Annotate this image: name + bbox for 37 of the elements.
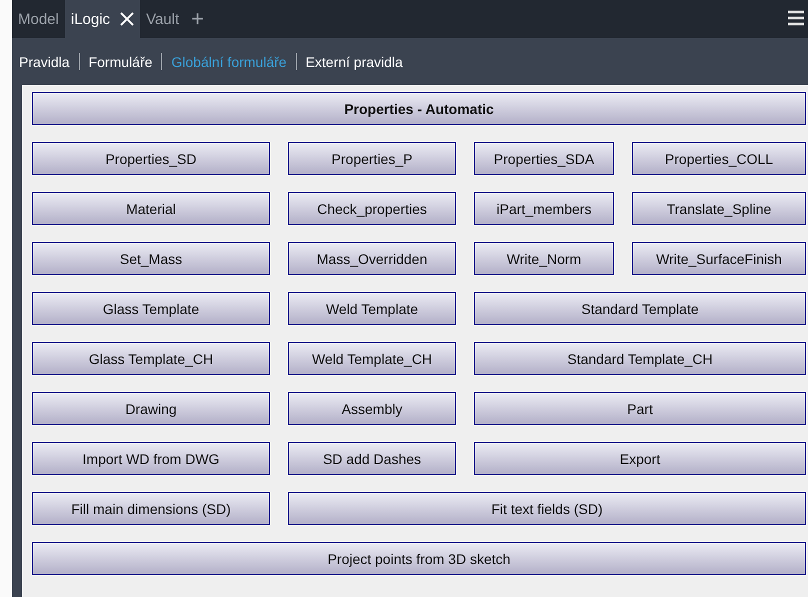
rule-button[interactable]: Standard Template_CH (474, 342, 806, 375)
nav-link[interactable]: Externí pravidla (306, 54, 403, 70)
rule-button[interactable]: Properties_SDA (474, 142, 614, 175)
rule-button[interactable]: Weld Template (288, 292, 456, 325)
rule-button[interactable]: Properties_COLL (632, 142, 806, 175)
rule-button[interactable]: Translate_Spline (632, 192, 806, 225)
rule-button[interactable]: Glass Template (32, 292, 270, 325)
rule-button[interactable]: Drawing (32, 392, 270, 425)
rule-button[interactable]: Set_Mass (32, 242, 270, 275)
rule-button[interactable]: SD add Dashes (288, 442, 456, 475)
rule-button[interactable]: Write_SurfaceFinish (632, 242, 806, 275)
rule-button[interactable]: Material (32, 192, 270, 225)
rule-button[interactable]: Export (474, 442, 806, 475)
nav-link[interactable]: Formuláře (88, 54, 152, 70)
nav-link[interactable]: Pravidla (19, 54, 70, 70)
rule-button[interactable]: Weld Template_CH (288, 342, 456, 375)
rule-button[interactable]: Import WD from DWG (32, 442, 270, 475)
rule-button[interactable]: Write_Norm (474, 242, 614, 275)
rule-button[interactable]: Properties_SD (32, 142, 270, 175)
rule-button[interactable]: Check_properties (288, 192, 456, 225)
menu-icon[interactable] (788, 10, 804, 26)
rule-button[interactable]: Assembly (288, 392, 456, 425)
close-icon[interactable] (120, 12, 134, 26)
tab[interactable]: iLogic (64, 0, 140, 38)
rule-button[interactable]: Glass Template_CH (32, 342, 270, 375)
rule-button[interactable]: Mass_Overridden (288, 242, 456, 275)
tab[interactable]: Model (12, 0, 65, 38)
rule-button[interactable]: iPart_members (474, 192, 614, 225)
add-tab-button[interactable]: + (185, 0, 210, 38)
tab[interactable]: Vault (140, 0, 186, 38)
form-title-button[interactable]: Properties - Automatic (32, 92, 806, 125)
rule-button[interactable]: Project points from 3D sketch (32, 542, 806, 575)
rule-button[interactable]: Standard Template (474, 292, 806, 325)
rule-button[interactable]: Fit text fields (SD) (288, 492, 806, 525)
rule-button[interactable]: Properties_P (288, 142, 456, 175)
rule-button[interactable]: Part (474, 392, 806, 425)
rule-button[interactable]: Fill main dimensions (SD) (32, 492, 270, 525)
